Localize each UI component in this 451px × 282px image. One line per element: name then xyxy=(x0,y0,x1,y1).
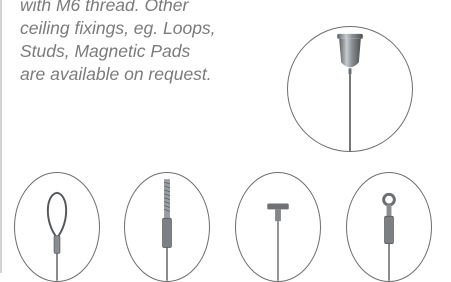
stud-fixing-icon xyxy=(162,179,172,281)
magnetic-pad-fixing-icon xyxy=(267,203,289,281)
left-divider xyxy=(0,0,2,273)
description-line-1: with M6 thread. Other xyxy=(20,0,189,15)
loop-fixing-icon xyxy=(46,191,68,281)
description-line-4: are available on request. xyxy=(20,64,212,84)
fixing-description: with M6 thread. Other ceiling fixings, e… xyxy=(20,0,280,86)
description-line-3: Studs, Magnetic Pads xyxy=(20,41,191,61)
stud-fixing-image xyxy=(124,172,210,282)
ceiling-fixing-cup-icon xyxy=(337,33,363,151)
magnetic-pad-fixing-image xyxy=(235,172,321,282)
eyelet-fixing-icon xyxy=(382,192,396,281)
loop-fixing-image xyxy=(14,172,100,282)
eyelet-fixing-image xyxy=(346,172,432,282)
description-line-2: ceiling fixings, eg. Loops, xyxy=(20,18,216,38)
ceiling-fixing-image xyxy=(287,26,413,152)
